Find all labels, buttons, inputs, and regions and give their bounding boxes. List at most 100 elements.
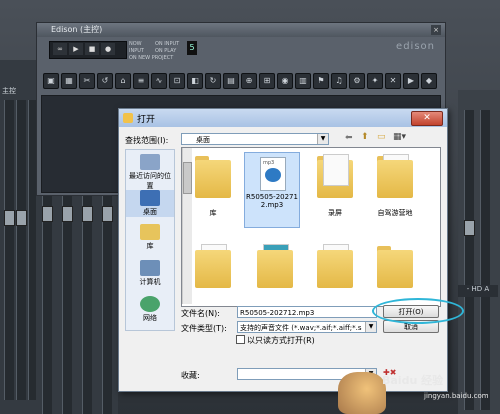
open-button-highlight — [372, 298, 464, 324]
edison-titlebar[interactable]: Edison (主控) × — [37, 23, 445, 37]
tool-button[interactable]: ▥ — [295, 73, 311, 89]
tool-button[interactable]: ⊕ — [241, 73, 257, 89]
file-name: 录屏 — [328, 209, 342, 217]
file-item[interactable] — [368, 154, 422, 198]
file-item[interactable]: mp3 R50505-202712.mp3 — [244, 152, 300, 228]
tool-button[interactable]: ▣ — [43, 73, 59, 89]
mixer-fader[interactable] — [4, 210, 15, 226]
back-icon[interactable]: ⬅ — [345, 133, 353, 143]
tool-button[interactable]: ♫ — [331, 73, 347, 89]
place-label: 计算机 — [139, 278, 161, 286]
mixer-strip — [16, 100, 26, 400]
dialog-titlebar[interactable]: 打开 ✕ — [119, 109, 447, 127]
radio-on-new-project[interactable]: ON NEW PROJECT — [129, 55, 173, 61]
mixer-fader[interactable] — [464, 220, 475, 236]
mixer-fader[interactable] — [62, 206, 73, 222]
radio-on-play[interactable]: ON PLAY — [155, 48, 176, 54]
file-item[interactable] — [308, 154, 362, 198]
loop-button[interactable]: ∞ — [53, 43, 67, 55]
tool-button[interactable]: ◉ — [277, 73, 293, 89]
file-item[interactable] — [308, 244, 362, 288]
mixer-left: 主控 — [0, 60, 38, 414]
tool-button[interactable]: ▶ — [403, 73, 419, 89]
folder-icon — [377, 154, 413, 198]
tool-button[interactable]: ⊞ — [259, 73, 275, 89]
tool-button[interactable]: ↺ — [97, 73, 113, 89]
file-item[interactable] — [186, 154, 240, 198]
file-item[interactable]: 库 — [186, 208, 240, 218]
counter-display: 5 — [187, 41, 197, 55]
new-folder-icon[interactable]: ▭ — [377, 132, 386, 142]
file-list: mp3 R50505-202712.mp3 库 录屏 自驾游营地 — [181, 147, 441, 307]
watermark: Baidu 经验 — [382, 374, 444, 387]
mixer-fader[interactable] — [82, 206, 93, 222]
close-button[interactable]: ✕ — [411, 111, 443, 126]
dialog-title: 打开 — [137, 115, 156, 125]
tool-button[interactable]: ✦ — [367, 73, 383, 89]
mixer-fader[interactable] — [102, 206, 113, 222]
place-network[interactable]: 网络 — [126, 296, 174, 323]
folder-icon — [257, 244, 293, 288]
tool-button[interactable]: ⊡ — [169, 73, 185, 89]
tool-button[interactable]: ✕ — [385, 73, 401, 89]
radio-now[interactable]: NOW — [129, 41, 142, 47]
tool-button[interactable]: ∿ — [151, 73, 167, 89]
filetype-label: 文件类型(T): — [181, 324, 227, 333]
edison-logo: edison — [396, 41, 435, 52]
stop-button[interactable]: ■ — [85, 43, 99, 55]
mascot-image — [338, 372, 386, 414]
tool-button[interactable]: ◆ — [421, 73, 437, 89]
tool-button[interactable]: ▤ — [223, 73, 239, 89]
file-item[interactable]: 录屏 — [308, 208, 362, 218]
play-button[interactable]: ▶ — [69, 43, 83, 55]
mixer-middle — [36, 194, 118, 414]
place-desktop[interactable]: 桌面 — [126, 190, 174, 217]
place-label: 库 — [146, 242, 154, 250]
folder-icon — [377, 244, 413, 288]
tool-button[interactable]: ◧ — [187, 73, 203, 89]
folder-icon — [317, 244, 353, 288]
file-item[interactable] — [368, 244, 422, 288]
filename-label: 文件名(N): — [181, 309, 220, 318]
file-item[interactable] — [248, 244, 302, 288]
scrollbar-thumb[interactable] — [183, 162, 192, 194]
place-recent[interactable]: 最近访问的位置 — [126, 154, 174, 191]
tool-button[interactable]: ⚑ — [313, 73, 329, 89]
mixer-strip — [480, 110, 490, 410]
edison-close-icon[interactable]: × — [431, 25, 441, 35]
tool-button[interactable]: ⚙ — [349, 73, 365, 89]
filetype-dropdown[interactable]: 支持的声音文件 (*.wav;*.aif;*.aiff;*.s ▼ — [237, 321, 377, 333]
tool-button[interactable]: ▦ — [61, 73, 77, 89]
lookin-label: 查找范围(I): — [125, 136, 169, 145]
chevron-down-icon[interactable]: ▼ — [365, 322, 376, 332]
place-label: 网络 — [143, 314, 157, 322]
place-label: 桌面 — [143, 208, 157, 216]
scissors-icon[interactable]: ✂ — [79, 73, 95, 89]
place-computer[interactable]: 计算机 — [126, 260, 174, 287]
filename-input[interactable]: R50505-202712.mp3 — [237, 306, 377, 318]
radio-input[interactable]: INPUT — [129, 48, 144, 54]
radio-on-input[interactable]: ON INPUT — [155, 41, 179, 47]
open-file-dialog: 打开 ✕ 查找范围(I): 桌面 ▼ ⬅ ⬆ ▭ ▦▾ 最近访问的位置 桌面 库… — [118, 108, 448, 392]
readonly-checkbox[interactable] — [236, 335, 245, 344]
record-button[interactable]: ● — [101, 43, 115, 55]
view-menu-icon[interactable]: ▦▾ — [393, 132, 406, 142]
favorites-label: 收藏: — [181, 371, 200, 380]
place-library[interactable]: 库 — [126, 224, 174, 251]
tool-button[interactable]: ⌂ — [115, 73, 131, 89]
recent-icon — [140, 154, 160, 170]
mixer-strip — [464, 110, 474, 410]
place-label: 最近访问的位置 — [129, 172, 171, 190]
tool-button[interactable]: ≡ — [133, 73, 149, 89]
mixer-fader[interactable] — [16, 210, 27, 226]
tool-button[interactable]: ↻ — [205, 73, 221, 89]
mixer-left-label: 主控 — [2, 87, 16, 95]
lookin-dropdown[interactable]: 桌面 ▼ — [181, 133, 329, 145]
file-item[interactable]: 自驾游营地 — [368, 208, 422, 218]
up-folder-icon[interactable]: ⬆ — [361, 132, 369, 142]
mixer-strip — [82, 194, 92, 414]
chevron-down-icon[interactable]: ▼ — [317, 134, 328, 144]
file-item[interactable] — [186, 244, 240, 288]
mp3-file-icon: mp3 — [260, 157, 286, 191]
mixer-fader[interactable] — [42, 206, 53, 222]
